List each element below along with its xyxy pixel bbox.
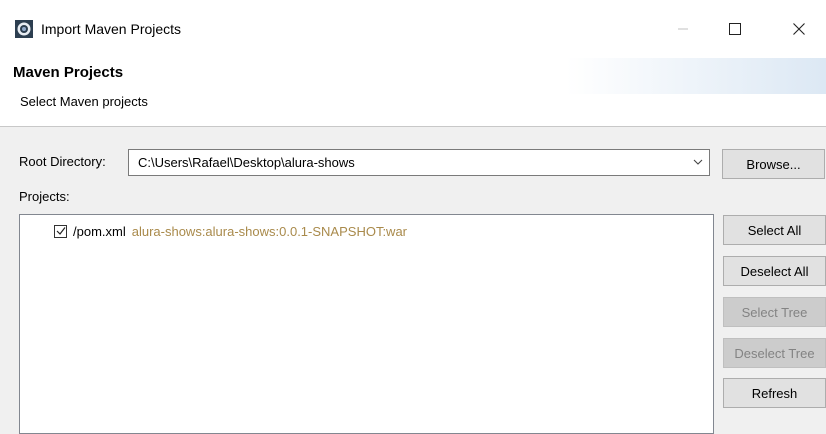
chevron-down-icon[interactable] (693, 157, 703, 167)
projects-label: Projects: (19, 189, 70, 204)
browse-button[interactable]: Browse... (722, 149, 825, 179)
close-icon (793, 23, 805, 35)
root-directory-value[interactable]: C:\Users\Rafael\Desktop\alura-shows (138, 155, 355, 170)
refresh-button[interactable]: Refresh (723, 378, 826, 408)
minimize-icon (678, 28, 688, 30)
close-button[interactable] (776, 14, 822, 44)
maximize-icon (729, 23, 741, 35)
project-artifact: alura-shows:alura-shows:0.0.1-SNAPSHOT:w… (131, 223, 408, 239)
projects-tree[interactable]: /pom.xml alura-shows:alura-shows:0.0.1-S… (19, 214, 714, 434)
deselect-all-button[interactable]: Deselect All (723, 256, 826, 286)
tree-item[interactable]: /pom.xml alura-shows:alura-shows:0.0.1-S… (54, 222, 407, 240)
root-directory-combo[interactable]: C:\Users\Rafael\Desktop\alura-shows (128, 149, 710, 176)
minimize-button[interactable] (660, 14, 706, 44)
wizard-header: Maven Projects Select Maven projects (0, 58, 826, 127)
project-checkbox[interactable] (54, 224, 67, 238)
window-title: Import Maven Projects (41, 21, 182, 37)
project-name: /pom.xml (73, 223, 126, 239)
root-directory-label: Root Directory: (19, 154, 106, 169)
page-description: Select Maven projects (20, 94, 148, 109)
checkmark-icon (56, 227, 65, 235)
select-tree-button[interactable]: Select Tree (723, 297, 826, 327)
select-all-button[interactable]: Select All (723, 215, 826, 245)
maximize-button[interactable] (712, 14, 758, 44)
title-bar: Import Maven Projects (0, 0, 826, 58)
header-banner (566, 58, 826, 94)
deselect-tree-button[interactable]: Deselect Tree (723, 338, 826, 368)
eclipse-app-icon (15, 20, 33, 38)
page-title: Maven Projects (13, 64, 124, 81)
